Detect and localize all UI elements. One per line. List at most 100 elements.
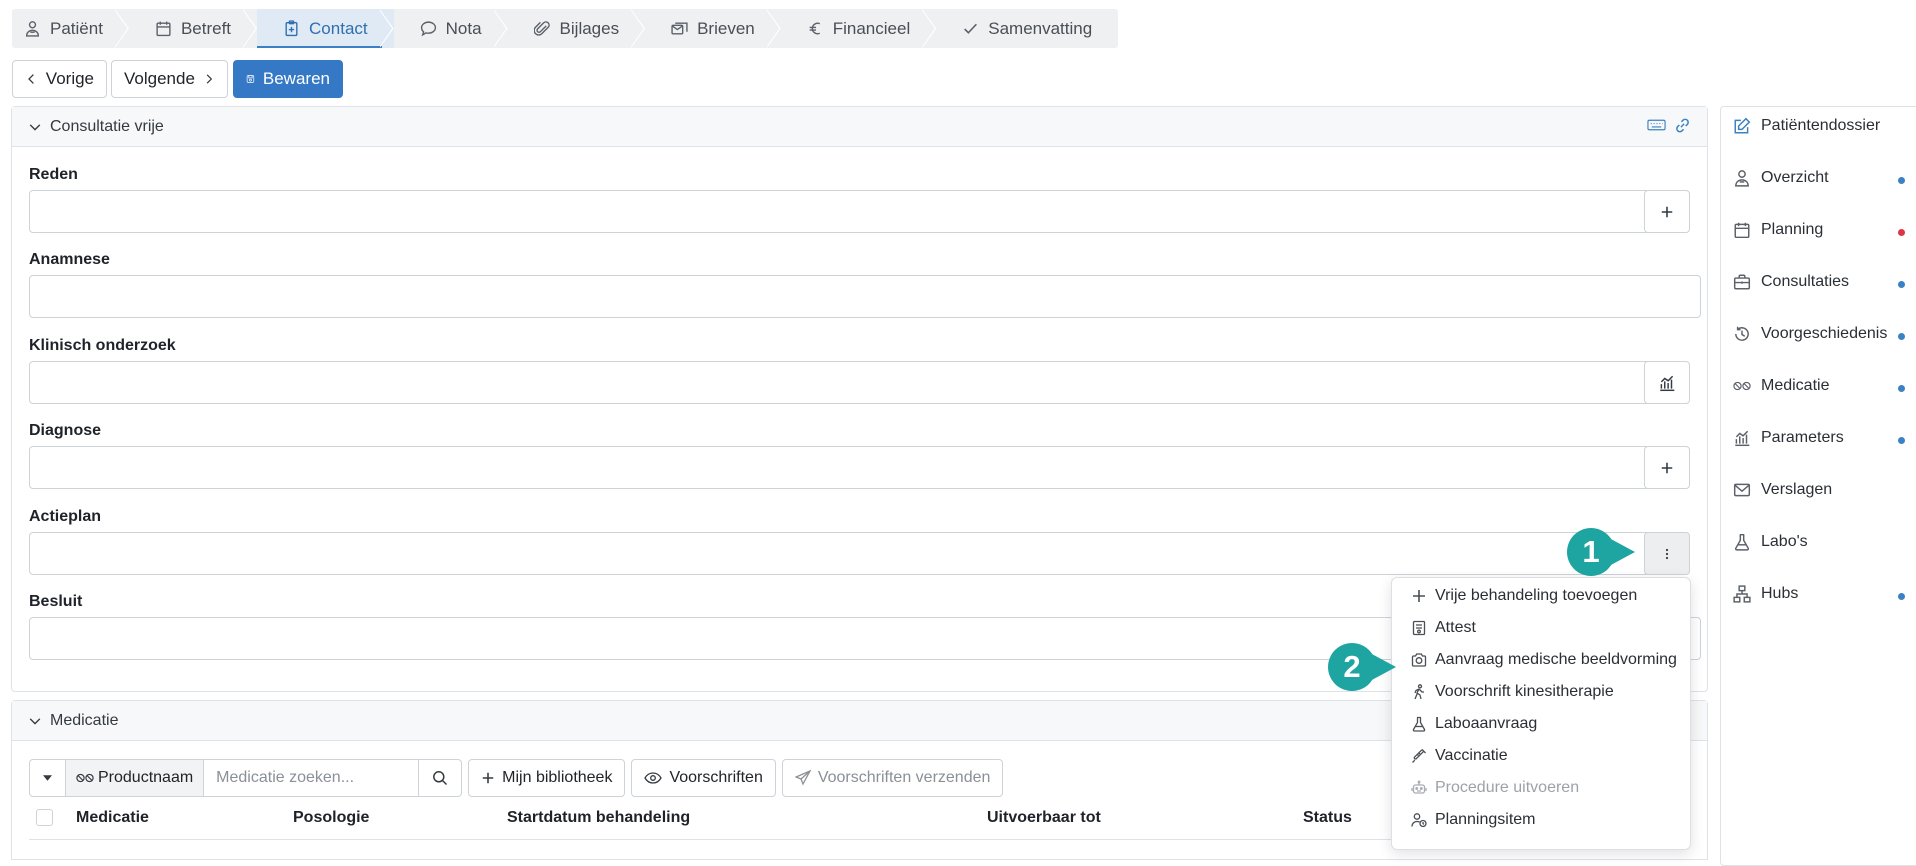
tab-patient[interactable]: Patiënt (12, 9, 129, 48)
sidebar-item-overzicht[interactable]: Overzicht (1733, 169, 1829, 187)
reden-input[interactable] (29, 190, 1651, 233)
status-dot (1898, 593, 1905, 600)
medication-title: Medicatie (50, 711, 119, 729)
menu-item-planningsitem[interactable]: Planningsitem (1411, 811, 1536, 829)
previous-button[interactable]: Vorige (12, 60, 107, 98)
consultation-header[interactable]: Consultatie vrije (12, 107, 1707, 147)
keyboard-icon[interactable] (1647, 117, 1666, 133)
tab-brieven[interactable]: Brieven (645, 9, 781, 48)
sidebar-item-parameters[interactable]: Parameters (1733, 429, 1844, 447)
sidebar-item-label: Overzicht (1761, 169, 1829, 186)
actieplan-input[interactable] (29, 532, 1651, 575)
klinisch-onderzoek-label: Klinisch onderzoek (29, 337, 176, 354)
column-header[interactable]: Posologie (293, 809, 369, 827)
tab-bijlages[interactable]: Bijlages (508, 9, 646, 48)
menu-item-vaccinatie[interactable]: Vaccinatie (1411, 747, 1508, 765)
chevron-right-icon (206, 74, 213, 84)
prescriptions-button[interactable]: Voorschriften (631, 759, 776, 797)
consultation-title: Consultatie vrije (50, 117, 164, 135)
sidebar-item-verslagen[interactable]: Verslagen (1733, 481, 1832, 499)
tab-betreft[interactable]: Betreft (129, 9, 257, 48)
sidebar-item-labos[interactable]: Labo's (1733, 533, 1808, 551)
sidebar-item-voorgeschiedenis[interactable]: Voorgeschiedenis (1733, 325, 1887, 343)
previous-label: Vorige (45, 69, 94, 88)
sidebar-item-label: Medicatie (1761, 377, 1830, 394)
save-label: Bewaren (262, 69, 330, 88)
menu-item-label: Voorschrift kinesitherapie (1435, 683, 1614, 700)
column-header[interactable]: Startdatum behandeling (507, 809, 690, 827)
tab-samenvatting[interactable]: Samenvatting (936, 9, 1118, 48)
medication-search-input[interactable]: Medicatie zoeken... (204, 760, 420, 796)
tab-financieel[interactable]: Financieel (781, 9, 937, 48)
flask-icon (1412, 716, 1426, 732)
sidebar-item-consultaties[interactable]: Consultaties (1733, 273, 1849, 291)
tab-contact[interactable]: Contact (257, 9, 394, 48)
parameters-button[interactable] (1644, 361, 1690, 404)
menu-item-label: Attest (1435, 619, 1476, 636)
status-dot (1898, 177, 1905, 184)
search-mode-dropdown[interactable] (30, 760, 66, 796)
link-icon[interactable] (1674, 117, 1691, 134)
status-dot (1898, 437, 1905, 444)
check-icon (964, 23, 978, 34)
calendar-icon (156, 21, 171, 37)
menu-item-kinesitherapie[interactable]: Voorschrift kinesitherapie (1411, 683, 1614, 701)
diagnose-label: Diagnose (29, 422, 102, 439)
status-dot (1898, 385, 1905, 392)
status-dot (1898, 333, 1905, 340)
search-button[interactable] (419, 760, 461, 796)
plus-icon (482, 772, 494, 784)
menu-item-label: Planningsitem (1435, 811, 1536, 828)
patient-sidebar: Patiëntendossier Overzicht Planning Cons… (1720, 106, 1916, 866)
send-prescriptions-button[interactable]: Voorschriften verzenden (781, 759, 1004, 797)
column-header[interactable]: Medicatie (76, 809, 149, 827)
medication-toolbar: Productnaam Medicatie zoeken... Mijn bib… (29, 759, 1004, 797)
anamnese-input[interactable] (29, 275, 1701, 318)
next-button[interactable]: Volgende (111, 60, 228, 98)
sidebar-item-label: Labo's (1761, 533, 1808, 550)
sidebar-item-patientendossier[interactable]: Patiëntendossier (1733, 117, 1880, 135)
menu-item-vrije-behandeling[interactable]: Vrije behandeling toevoegen (1411, 587, 1637, 605)
plus-icon (1661, 206, 1673, 217)
euro-icon (809, 22, 820, 35)
klinisch-onderzoek-input[interactable] (29, 361, 1651, 404)
chat-bubble-icon (420, 21, 436, 37)
status-dot (1898, 229, 1905, 236)
mail-icon (1733, 483, 1751, 497)
tab-label: Patiënt (50, 18, 103, 38)
column-header[interactable]: Status (1303, 809, 1352, 827)
medication-search-group: Productnaam Medicatie zoeken... (29, 759, 463, 797)
actieplan-label: Actieplan (29, 508, 102, 525)
add-diagnose-button[interactable] (1644, 446, 1690, 489)
tab-nota[interactable]: Nota (394, 9, 508, 48)
product-name-toggle[interactable]: Productnaam (66, 760, 205, 796)
save-button[interactable]: Bewaren (233, 60, 343, 98)
sidebar-item-hubs[interactable]: Hubs (1733, 585, 1798, 603)
status-dot (1898, 281, 1905, 288)
actieplan-more-button[interactable] (1644, 532, 1690, 575)
search-icon (433, 771, 448, 786)
menu-item-label: Vrije behandeling toevoegen (1435, 587, 1638, 604)
send-icon (794, 770, 811, 786)
besluit-label: Besluit (29, 593, 83, 610)
sidebar-item-planning[interactable]: Planning (1733, 221, 1823, 239)
sidebar-item-medicatie[interactable]: Medicatie (1733, 377, 1829, 395)
chevron-down-icon (29, 717, 41, 725)
select-all-checkbox[interactable] (36, 809, 53, 826)
menu-item-attest[interactable]: Attest (1411, 619, 1476, 637)
menu-item-label: Aanvraag medische beeldvorming (1435, 651, 1677, 668)
prescriptions-label: Voorschriften (669, 769, 763, 786)
sidebar-item-label: Planning (1761, 221, 1824, 238)
menu-item-procedure-uitvoeren: Procedure uitvoeren (1411, 779, 1579, 797)
vertical-dots-icon (1665, 548, 1669, 559)
menu-item-medische-beeldvorming[interactable]: Aanvraag medische beeldvorming (1411, 651, 1677, 669)
my-library-button[interactable]: Mijn bibliotheek (468, 759, 626, 797)
menu-item-laboaanvraag[interactable]: Laboaanvraag (1411, 715, 1537, 733)
add-reden-button[interactable] (1644, 190, 1690, 233)
diagnose-input[interactable] (29, 446, 1651, 489)
syringe-icon (1412, 749, 1426, 763)
send-prescriptions-label: Voorschriften verzenden (817, 769, 991, 786)
column-header[interactable]: Uitvoerbaar tot (987, 809, 1101, 827)
sidebar-item-label: Patiëntendossier (1761, 117, 1881, 134)
walking-icon (1414, 684, 1424, 700)
